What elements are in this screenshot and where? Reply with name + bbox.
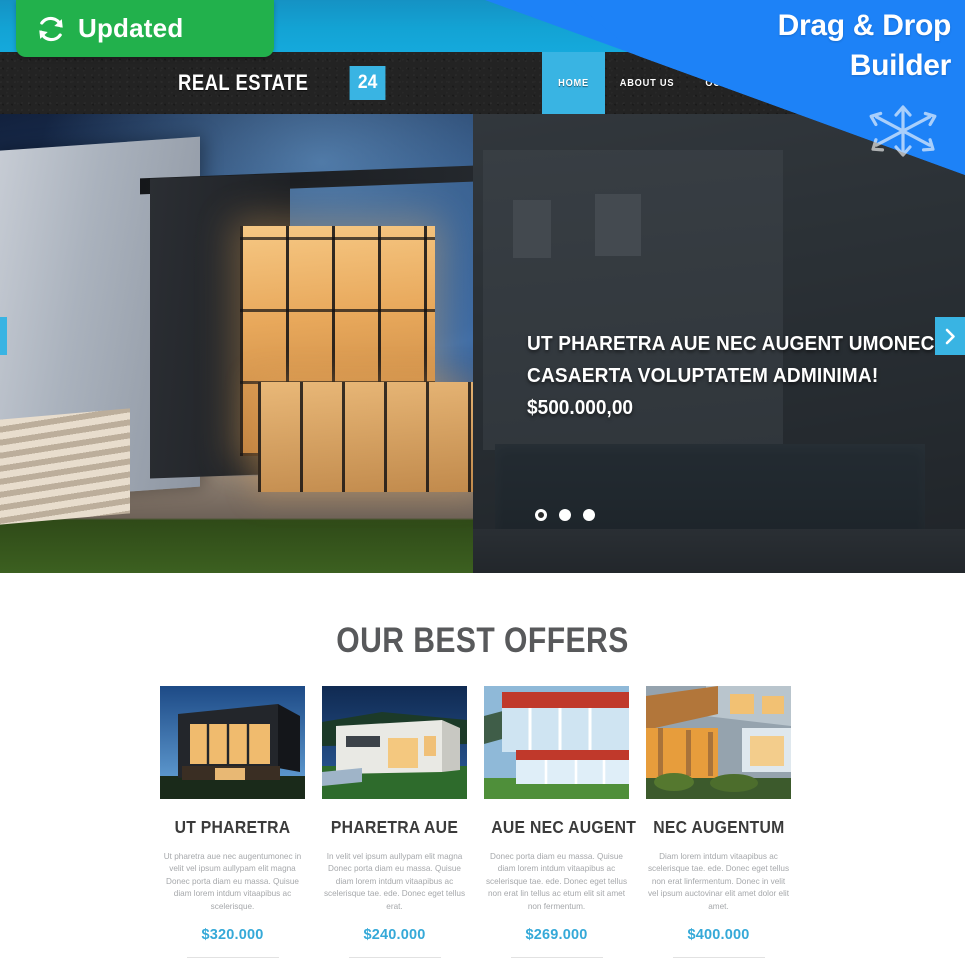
offer-price: $240.000 xyxy=(363,927,426,944)
offer-divider xyxy=(510,957,603,959)
refresh-icon xyxy=(39,16,63,41)
offer-title: AUE NEC AUGENT xyxy=(491,817,637,837)
offer-price: $400.000 xyxy=(687,927,750,944)
hero-headline-line2: CASAERTA VOLUPTATEM ADMINIMA! xyxy=(527,364,879,387)
offer-card[interactable]: PHARETRA AUE In velit vel ipsum aullypam… xyxy=(322,686,467,970)
ribbon-line1: Drag & Drop xyxy=(777,9,952,42)
slider-pagination[interactable] xyxy=(535,509,595,521)
hero-headline-line1: UT PHARETRA AUE NEC AUGENT UMONEC xyxy=(527,332,935,355)
hero-price: $500.000,00 xyxy=(527,396,634,419)
offer-title: NEC AUGENTUM xyxy=(653,817,785,837)
nav-label: HOME xyxy=(558,77,590,89)
best-offers-section: OUR BEST OFFERS UT PHARETRA Ut pharetra … xyxy=(0,573,965,970)
drag-arrows-icon xyxy=(869,105,937,157)
offer-card[interactable]: AUE NEC AUGENT Donec porta diam eu massa… xyxy=(484,686,637,970)
hero-caption: UT PHARETRA AUE NEC AUGENT UMONEC CASAER… xyxy=(527,328,935,424)
slider-prev-arrow[interactable] xyxy=(0,317,7,355)
slider-next-arrow[interactable] xyxy=(935,317,965,355)
updated-label: Updated xyxy=(78,13,184,43)
logo-text: REAL ESTATE xyxy=(178,70,309,95)
slider-dot-2[interactable] xyxy=(559,509,571,521)
template-preview-page: REAL ESTATE 24 HOME ABOUT US OUR SERVICE… xyxy=(0,0,965,970)
offer-title: PHARETRA AUE xyxy=(330,817,459,837)
offer-divider xyxy=(672,957,765,959)
offer-description: Donec porta diam eu massa. Quisue diam l… xyxy=(485,852,628,911)
offer-thumbnail-4[interactable] xyxy=(646,686,791,799)
slider-dot-1[interactable] xyxy=(535,509,547,521)
offer-card[interactable]: NEC AUGENTUM Diam lorem intdum vitaapibu… xyxy=(646,686,791,970)
section-title: OUR BEST OFFERS xyxy=(336,621,629,660)
slider-dot-3[interactable] xyxy=(583,509,595,521)
updated-badge: Updated xyxy=(16,0,274,57)
offer-description: Ut pharetra aue nec augentumonec in veli… xyxy=(163,852,302,911)
offer-description: Diam lorem intdum vitaapibus ac sceleris… xyxy=(647,852,790,911)
offer-title: UT PHARETRA xyxy=(174,817,291,837)
offer-price: $320.000 xyxy=(201,927,264,944)
offer-thumbnail-2[interactable] xyxy=(322,686,467,799)
site-logo[interactable]: REAL ESTATE 24 xyxy=(178,52,387,114)
nav-item-home[interactable]: HOME xyxy=(542,52,606,114)
house-stairs xyxy=(0,408,130,525)
ribbon-text: Drag & Drop Builder xyxy=(651,6,952,86)
house-glass-lower xyxy=(258,382,473,492)
offer-divider xyxy=(186,957,279,959)
chevron-right-icon xyxy=(945,328,955,344)
offer-thumbnail-3[interactable] xyxy=(484,686,629,799)
hero-photo-left xyxy=(0,114,473,573)
offer-divider xyxy=(348,957,441,959)
offer-price: $269.000 xyxy=(525,927,588,944)
offer-card-list: UT PHARETRA Ut pharetra aue nec augentum… xyxy=(160,686,805,970)
offer-card[interactable]: UT PHARETRA Ut pharetra aue nec augentum… xyxy=(160,686,305,970)
offer-thumbnail-1[interactable] xyxy=(160,686,305,799)
offer-description: In velit vel ipsum aullypam elit magna D… xyxy=(323,852,466,911)
ribbon-line2: Builder xyxy=(849,49,952,82)
logo-badge: 24 xyxy=(349,66,386,100)
